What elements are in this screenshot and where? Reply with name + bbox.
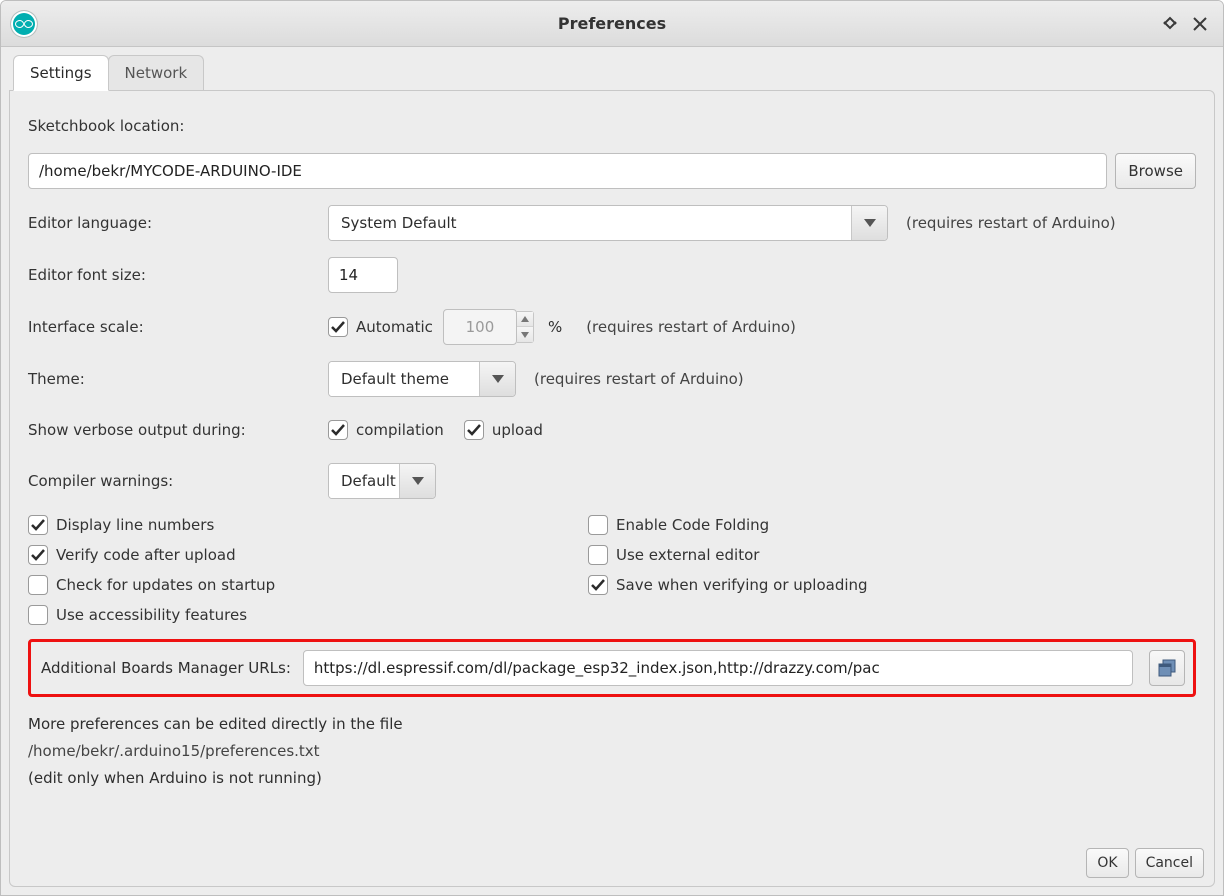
checkbox-grid: Display line numbers Verify code after u…	[28, 515, 1196, 625]
accessibility-checkbox[interactable]: Use accessibility features	[28, 605, 588, 625]
window-stack-icon	[1158, 659, 1176, 677]
scale-label: Interface scale:	[28, 318, 328, 336]
verbose-compilation-checkbox[interactable]: compilation	[328, 420, 444, 440]
scale-auto-checkbox[interactable]: Automatic	[328, 317, 433, 337]
window-title: Preferences	[1, 14, 1223, 33]
scale-value	[443, 309, 517, 345]
external-editor-checkbox[interactable]: Use external editor	[588, 545, 868, 565]
check-updates-label: Check for updates on startup	[56, 576, 275, 594]
browse-button[interactable]: Browse	[1115, 153, 1196, 189]
arduino-icon	[11, 11, 37, 37]
display-line-numbers-label: Display line numbers	[56, 516, 214, 534]
code-folding-checkbox[interactable]: Enable Code Folding	[588, 515, 868, 535]
scale-spinner[interactable]	[443, 309, 534, 345]
save-when-verifying-checkbox[interactable]: Save when verifying or uploading	[588, 575, 868, 595]
footer-line-2: /home/bekr/.arduino15/preferences.txt	[28, 738, 1196, 765]
dialog-buttons: OK Cancel	[1086, 848, 1204, 878]
sketchbook-label: Sketchbook location:	[28, 117, 184, 135]
theme-hint: (requires restart of Arduino)	[534, 370, 744, 388]
boards-urls-label: Additional Boards Manager URLs:	[39, 659, 291, 677]
close-icon[interactable]	[1191, 15, 1209, 33]
language-value: System Default	[329, 206, 851, 240]
cancel-button[interactable]: Cancel	[1135, 848, 1204, 878]
code-folding-label: Enable Code Folding	[616, 516, 769, 534]
warnings-label: Compiler warnings:	[28, 472, 328, 490]
external-editor-label: Use external editor	[616, 546, 759, 564]
footer-line-3: (edit only when Arduino is not running)	[28, 765, 1196, 792]
footer-line-1: More preferences can be edited directly …	[28, 711, 1196, 738]
open-urls-dialog-button[interactable]	[1149, 650, 1185, 686]
tab-network[interactable]: Network	[108, 55, 205, 90]
tab-settings[interactable]: Settings	[13, 55, 109, 91]
sketchbook-input[interactable]	[28, 153, 1107, 189]
display-line-numbers-checkbox[interactable]: Display line numbers	[28, 515, 588, 535]
scale-auto-label: Automatic	[356, 318, 433, 336]
spinner-down-icon[interactable]	[517, 327, 533, 342]
chevron-down-icon	[479, 362, 515, 396]
chevron-down-icon	[399, 464, 435, 498]
boards-urls-input[interactable]	[303, 650, 1133, 686]
theme-value: Default theme	[329, 362, 479, 396]
titlebar: Preferences	[1, 1, 1223, 47]
ok-button[interactable]: OK	[1086, 848, 1128, 878]
verify-after-upload-label: Verify code after upload	[56, 546, 236, 564]
theme-select[interactable]: Default theme	[328, 361, 516, 397]
footer-info: More preferences can be edited directly …	[28, 711, 1196, 792]
minimize-icon[interactable]	[1161, 15, 1179, 33]
client-area: Settings Network Sketchbook location: Br…	[1, 47, 1223, 895]
language-label: Editor language:	[28, 214, 328, 232]
settings-panel: Sketchbook location: Browse Editor langu…	[9, 90, 1215, 887]
save-when-verifying-label: Save when verifying or uploading	[616, 576, 868, 594]
language-hint: (requires restart of Arduino)	[906, 214, 1116, 232]
fontsize-input[interactable]	[328, 257, 398, 293]
preferences-window: Preferences Settings Network Sketchbook …	[0, 0, 1224, 896]
verbose-label: Show verbose output during:	[28, 421, 328, 439]
accessibility-label: Use accessibility features	[56, 606, 247, 624]
tab-bar: Settings Network	[9, 55, 1215, 90]
verify-after-upload-checkbox[interactable]: Verify code after upload	[28, 545, 588, 565]
language-select[interactable]: System Default	[328, 205, 888, 241]
verbose-compilation-label: compilation	[356, 421, 444, 439]
verbose-upload-label: upload	[492, 421, 543, 439]
scale-suffix: %	[548, 318, 562, 336]
scale-hint: (requires restart of Arduino)	[586, 318, 796, 336]
spinner-up-icon[interactable]	[517, 312, 533, 327]
check-updates-checkbox[interactable]: Check for updates on startup	[28, 575, 588, 595]
warnings-value: Default	[329, 464, 399, 498]
boards-manager-urls-row: Additional Boards Manager URLs:	[28, 639, 1196, 697]
fontsize-label: Editor font size:	[28, 266, 328, 284]
chevron-down-icon	[851, 206, 887, 240]
warnings-select[interactable]: Default	[328, 463, 436, 499]
verbose-upload-checkbox[interactable]: upload	[464, 420, 543, 440]
theme-label: Theme:	[28, 370, 328, 388]
